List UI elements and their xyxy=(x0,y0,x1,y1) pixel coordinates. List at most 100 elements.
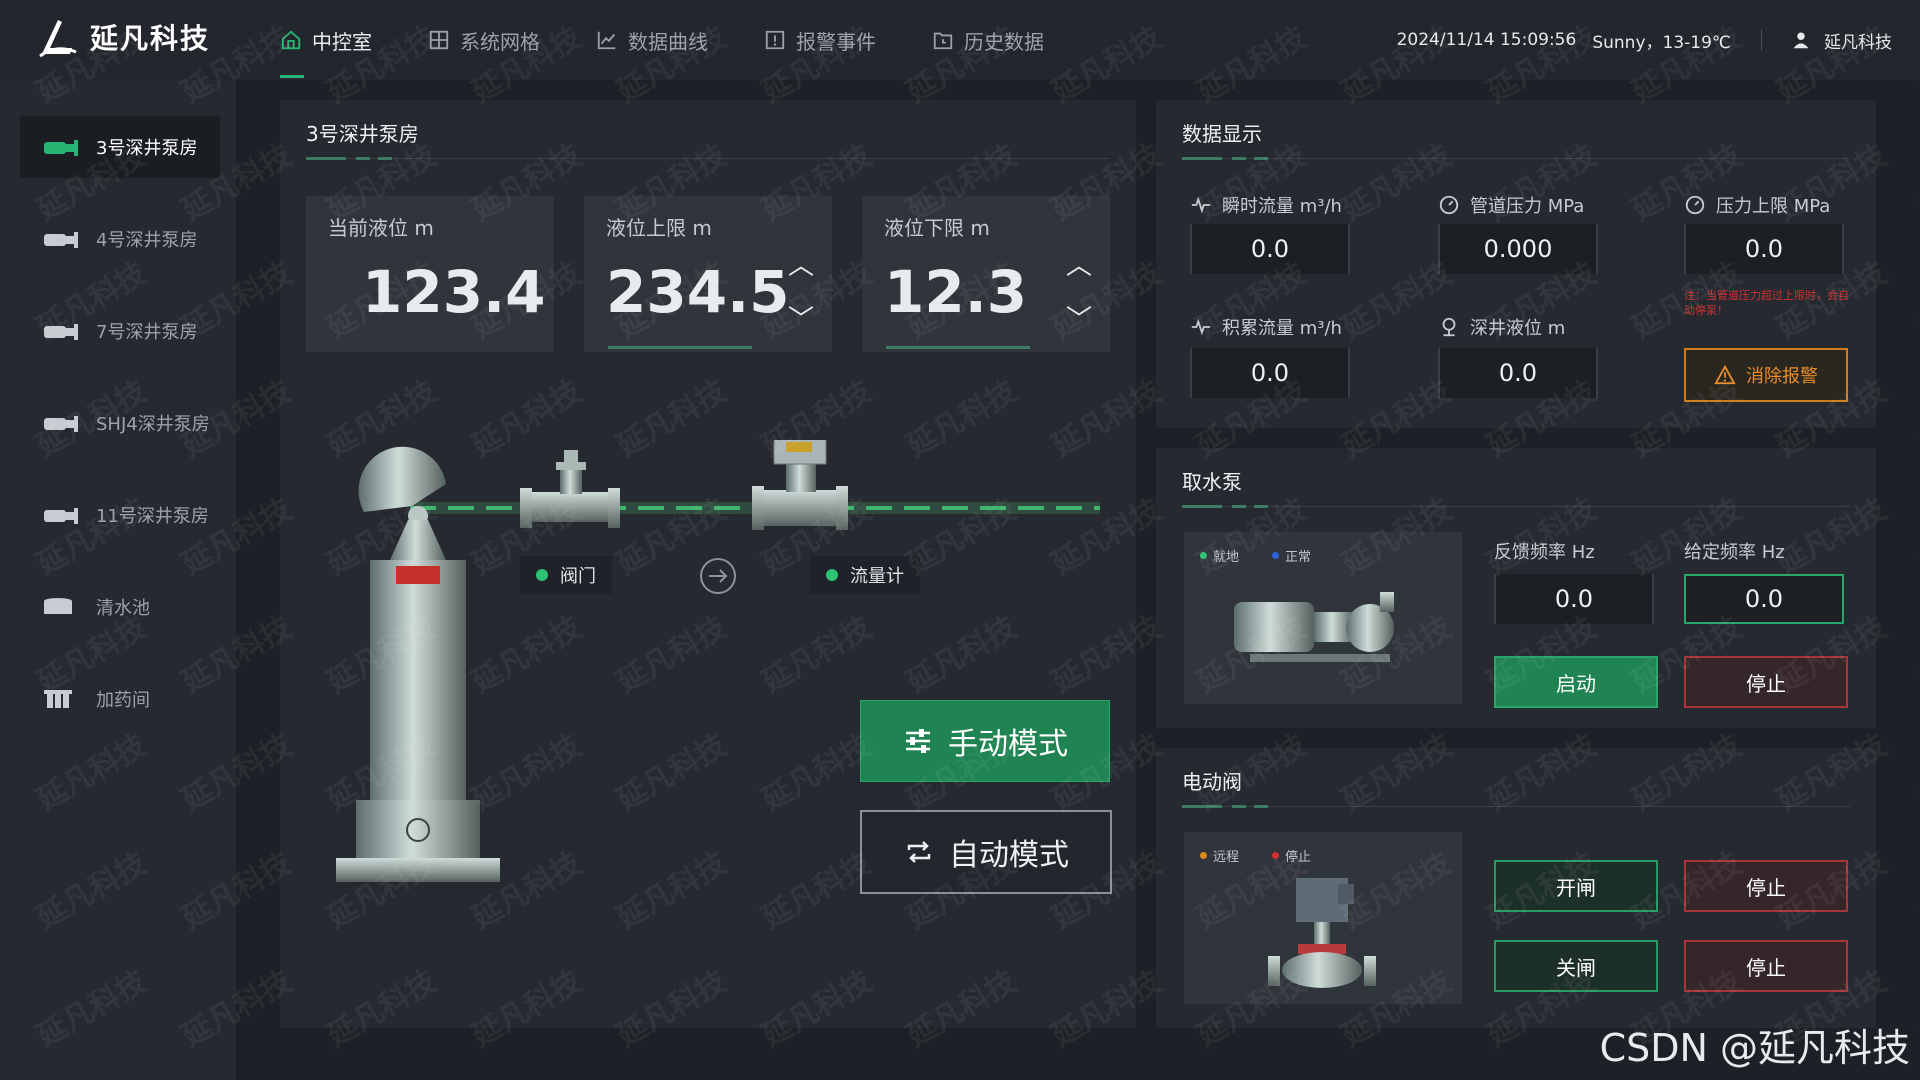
lower-limit-label: 液位下限 m xyxy=(884,216,990,240)
nav-label: 历史数据 xyxy=(964,29,1044,54)
remote-legend: 远程 xyxy=(1200,846,1239,865)
brand-mark-icon xyxy=(39,20,77,58)
chevron-down-icon[interactable]: ﹀ xyxy=(786,307,816,333)
sidebar-item-label: 4号深井泵房 xyxy=(96,230,198,251)
auto-mode-button[interactable]: 自动模式 xyxy=(860,810,1112,894)
clear-alarm-button[interactable]: 消除报警 xyxy=(1684,348,1848,402)
valve-label: 阀门 xyxy=(560,566,596,587)
local-legend: 就地 xyxy=(1200,546,1239,565)
watermark-text: 延凡科技 xyxy=(1916,845,1920,937)
title-rule xyxy=(306,157,1110,160)
nav-label: 系统网格 xyxy=(460,29,540,54)
pump-icon xyxy=(44,140,78,156)
watermark-text: 延凡科技 xyxy=(1916,491,1920,583)
upper-limit-value[interactable]: 234.5 xyxy=(606,258,789,326)
legend-text: 就地 xyxy=(1213,550,1240,565)
manual-mode-button[interactable]: 手动模式 xyxy=(860,700,1110,782)
valve-open-stop-button[interactable]: 停止 xyxy=(1684,860,1848,912)
legend-text: 正常 xyxy=(1285,550,1312,565)
title-rule xyxy=(1182,505,1850,508)
sidebar-item-label: 11号深井泵房 xyxy=(96,506,209,527)
label-text: 压力上限 MPa xyxy=(1716,196,1831,217)
sidebar-item-pump-shj4[interactable]: SHJ4深井泵房 xyxy=(20,392,220,454)
panel-title: 电动阀 xyxy=(1182,770,1242,794)
pump-stop-button[interactable]: 停止 xyxy=(1684,656,1848,708)
nav-system-grid[interactable]: 系统网格 xyxy=(428,0,540,80)
tank-icon xyxy=(44,598,72,614)
auto-mode-label: 自动模式 xyxy=(949,838,1069,873)
nav-label: 数据曲线 xyxy=(628,29,708,54)
watermark-text: 延凡科技 xyxy=(1916,727,1920,819)
location-pin-icon xyxy=(1442,317,1456,337)
user-icon[interactable] xyxy=(1792,31,1810,49)
cumulative-flow-label: 积累流量 m³/h xyxy=(1190,314,1342,340)
watermark-text: 延凡科技 xyxy=(1916,373,1920,465)
status-dot xyxy=(536,569,548,581)
value-underline xyxy=(608,346,752,349)
title-rule xyxy=(1182,157,1850,160)
sidebar-item-label: 加药间 xyxy=(96,690,150,711)
valve-open-button[interactable]: 开闸 xyxy=(1494,860,1658,912)
clear-alarm-label: 消除报警 xyxy=(1746,366,1818,387)
current-level-value: 123.4 xyxy=(362,258,546,326)
main-nav: 中控室 系统网格 数据曲线 报警事件 历史数据 xyxy=(280,0,1100,80)
chart-line-icon xyxy=(597,31,616,50)
sidebar-item-pump-3[interactable]: 3号深井泵房 xyxy=(20,116,220,178)
lower-limit-value[interactable]: 12.3 xyxy=(884,258,1027,326)
chevron-up-icon[interactable]: ︿ xyxy=(1064,253,1094,279)
panel-title: 数据显示 xyxy=(1182,122,1262,146)
chevron-up-icon[interactable]: ︿ xyxy=(786,253,816,279)
sidebar-item-pump-11[interactable]: 11号深井泵房 xyxy=(20,484,220,546)
gate-valve xyxy=(520,450,620,528)
pump-start-button[interactable]: 启动 xyxy=(1494,656,1658,708)
normal-legend: 正常 xyxy=(1272,546,1311,565)
user-name[interactable]: 延凡科技 xyxy=(1824,28,1892,53)
panel-title: 取水泵 xyxy=(1182,470,1242,494)
divider xyxy=(1761,29,1762,51)
warning-icon xyxy=(1714,364,1736,385)
grid-icon xyxy=(429,30,449,50)
dosing-icon xyxy=(44,690,72,708)
flowmeter-label: 流量计 xyxy=(850,566,904,587)
repeat-icon xyxy=(907,841,931,863)
pressure-limit-value[interactable]: 0.0 xyxy=(1684,224,1844,274)
feedback-freq-value: 0.0 xyxy=(1494,574,1654,624)
set-freq-input[interactable]: 0.0 xyxy=(1684,574,1844,624)
sidebar-item-pump-7[interactable]: 7号深井泵房 xyxy=(20,300,220,362)
label-text: 积累流量 m³/h xyxy=(1222,318,1342,339)
valve-close-button[interactable]: 关闸 xyxy=(1494,940,1658,992)
pressure-limit-label: 压力上限 MPa xyxy=(1684,192,1830,218)
label-text: 深井液位 m xyxy=(1470,318,1566,339)
current-level-card: 当前液位 m 123.4 xyxy=(306,196,554,352)
pump-icon xyxy=(44,324,78,340)
status-area: 2024/11/14 15:09:56 Sunny，13-19℃ 延凡科技 xyxy=(1397,0,1892,80)
sidebar-item-dosing-room[interactable]: 加药间 xyxy=(20,668,220,730)
nav-control-room[interactable]: 中控室 xyxy=(280,0,372,80)
pulse-icon xyxy=(1191,318,1211,336)
nav-data-curve[interactable]: 数据曲线 xyxy=(596,0,708,80)
sliders-icon xyxy=(906,729,930,753)
sidebar-item-label: 7号深井泵房 xyxy=(96,322,198,343)
credit-watermark: CSDN @延凡科技 xyxy=(1599,1026,1910,1070)
nav-history[interactable]: 历史数据 xyxy=(932,0,1044,80)
top-bar: 延凡科技 中控室 系统网格 数据曲线 报警事件 历史数据 2024/11/14 … xyxy=(0,0,1920,80)
valve-close-stop-button[interactable]: 停止 xyxy=(1684,940,1848,992)
valve-status-tag: 阀门 xyxy=(520,556,612,594)
lower-limit-card: 液位下限 m 12.3 ︿ ﹀ xyxy=(862,196,1110,352)
stop-legend: 停止 xyxy=(1272,846,1311,865)
sidebar-item-label: 3号深井泵房 xyxy=(96,138,198,159)
title-rule xyxy=(1182,805,1850,808)
well-level-value: 0.0 xyxy=(1438,348,1598,398)
nav-alarm-events[interactable]: 报警事件 xyxy=(764,0,876,80)
sidebar-item-pump-4[interactable]: 4号深井泵房 xyxy=(20,208,220,270)
chevron-down-icon[interactable]: ﹀ xyxy=(1064,307,1094,333)
nav-label: 中控室 xyxy=(312,29,372,54)
feedback-freq-label: 反馈频率 Hz xyxy=(1494,542,1595,563)
nav-label: 报警事件 xyxy=(796,29,876,54)
upper-limit-label: 液位上限 m xyxy=(606,216,712,240)
sidebar-item-clear-water-pool[interactable]: 清水池 xyxy=(20,576,220,638)
upper-limit-card: 液位上限 m 234.5 ︿ ﹀ xyxy=(584,196,832,352)
cumulative-flow-value: 0.0 xyxy=(1190,348,1350,398)
pump-icon xyxy=(44,416,78,432)
pipe-pressure-label: 管道压力 MPa xyxy=(1438,192,1584,218)
